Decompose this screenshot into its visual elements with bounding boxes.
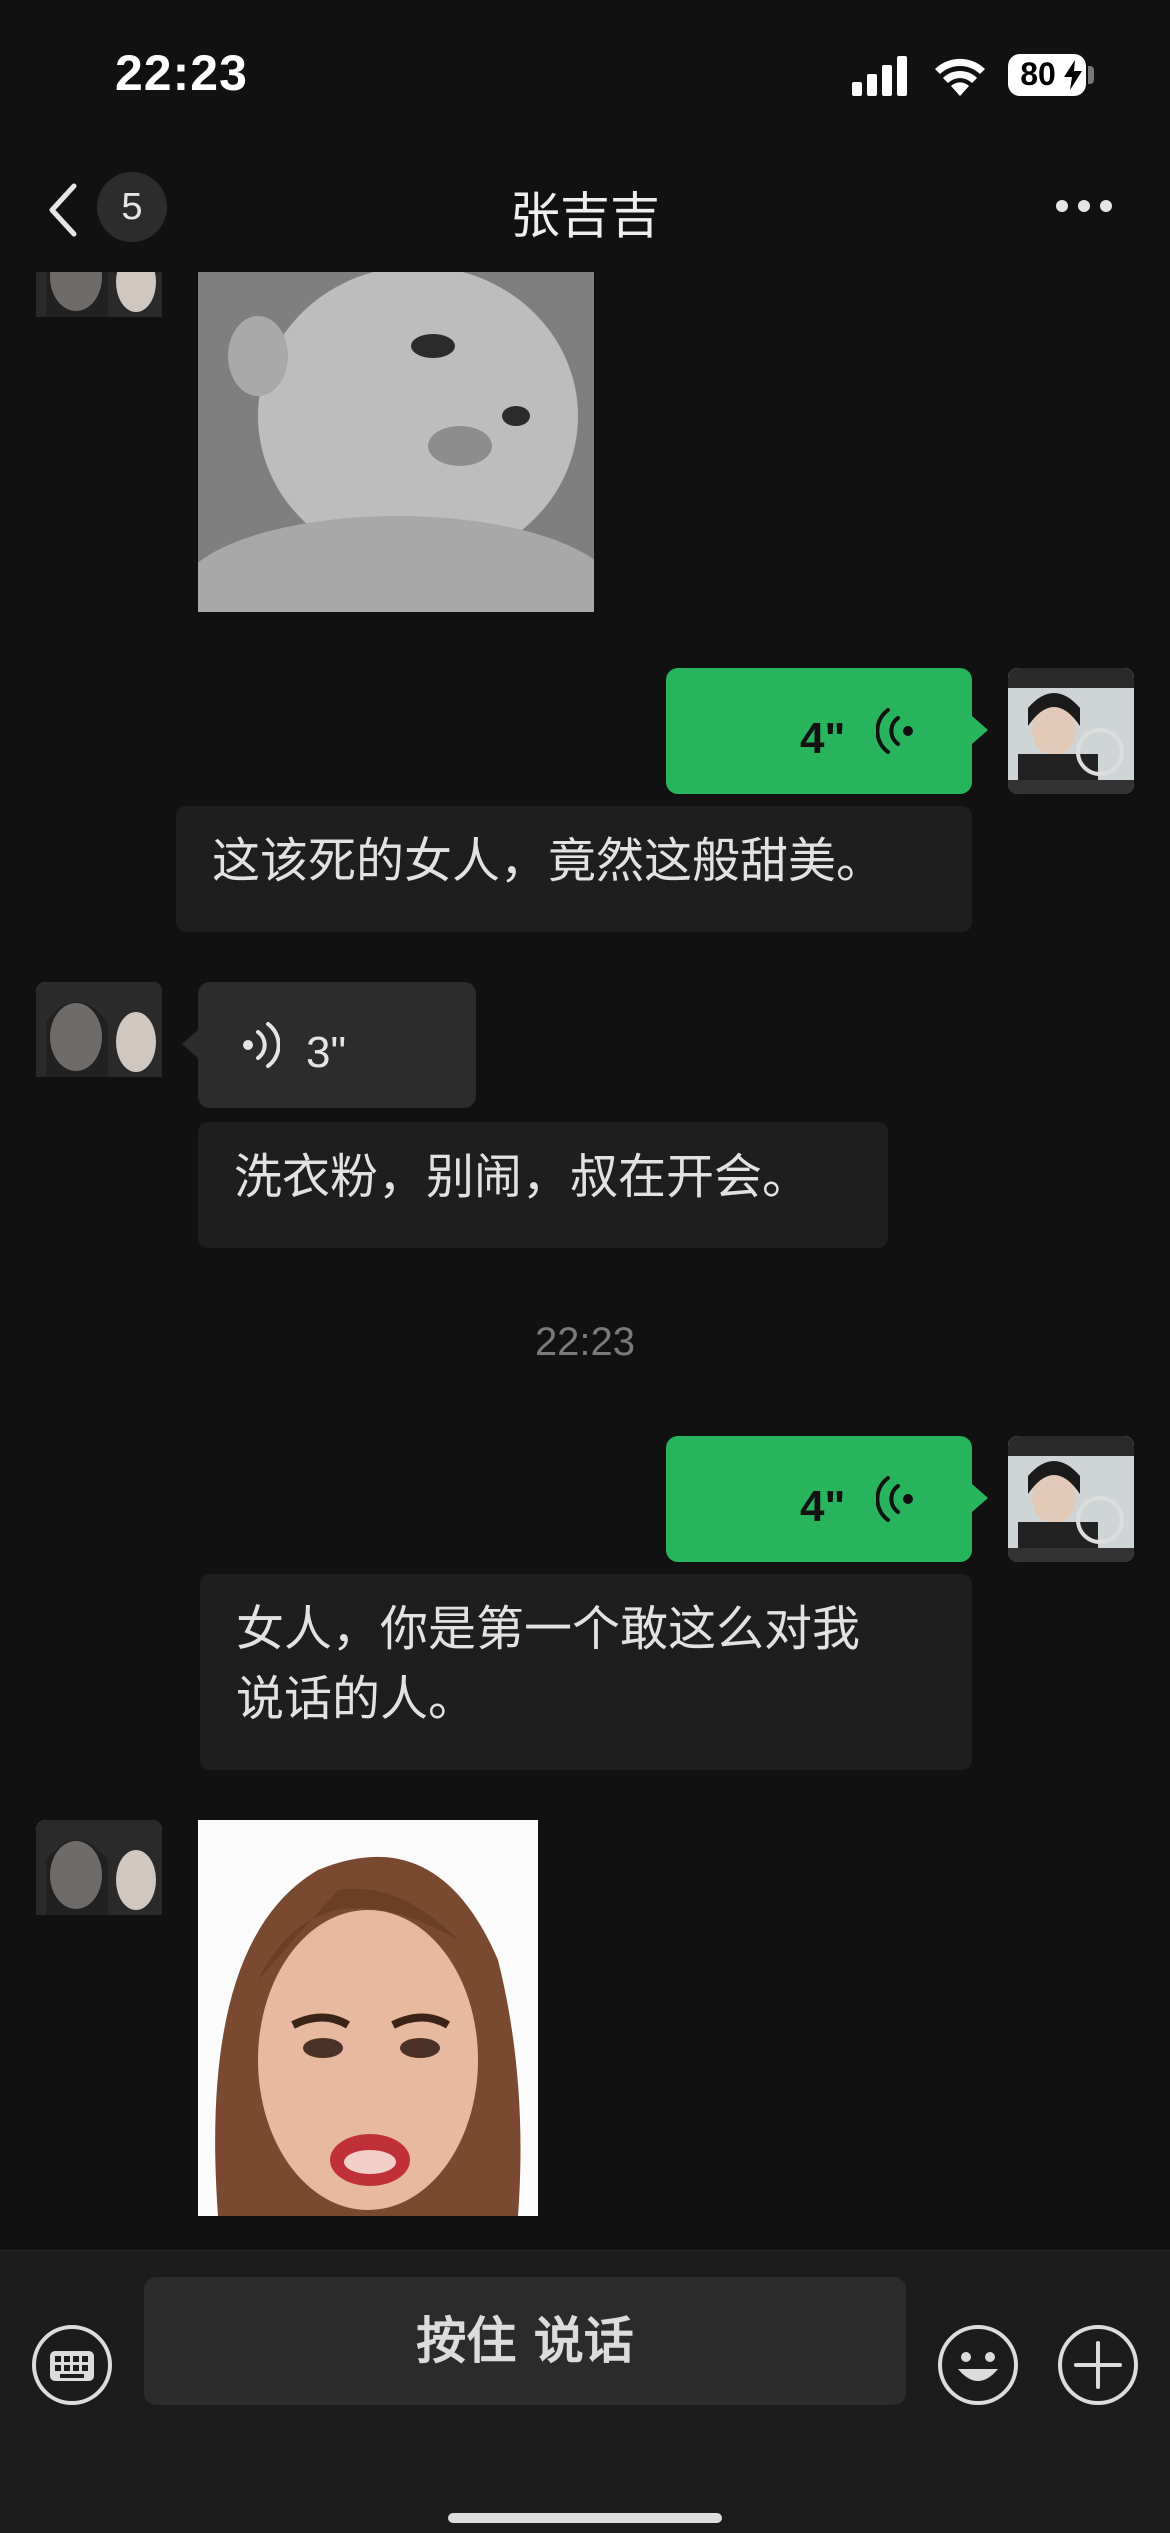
more-horizontal-icon[interactable] <box>1054 198 1114 214</box>
my-avatar[interactable] <box>1008 1436 1134 1562</box>
voice-wave-icon <box>876 708 913 754</box>
contact-avatar[interactable] <box>36 982 162 1108</box>
charging-bolt-icon <box>1064 60 1082 90</box>
message-timestamp: 22:23 <box>534 1320 636 1364</box>
avatar-image <box>1008 668 1134 794</box>
hold-to-talk-button[interactable]: 按住 说话 <box>144 2277 906 2405</box>
avatar-image <box>36 982 162 1108</box>
chat-header: 5 张吉吉 <box>0 150 1170 273</box>
bubble-tail <box>182 1030 198 1058</box>
battery-icon: 80 <box>1008 54 1086 96</box>
avatar-image <box>36 272 162 348</box>
voice-duration: 4" <box>800 1482 846 1531</box>
bubble-tail <box>972 716 988 744</box>
status-bar: 22:23 80 <box>0 0 1170 150</box>
voice-wave-icon <box>876 1476 913 1522</box>
chat-title: 张吉吉 <box>510 187 660 245</box>
transcript-line: 说话的人。 <box>236 1671 477 1727</box>
bubble-tail <box>972 1484 988 1512</box>
status-time: 22:23 <box>115 45 248 101</box>
chat-message-list[interactable]: 4" 这该死的女人，竟然这般甜美。 3" 洗衣粉，别闹，叔在开会。 22:23 <box>0 272 1170 2250</box>
sticker-image <box>198 1820 538 2216</box>
my-avatar[interactable] <box>1008 668 1134 794</box>
transcript-line: 女人，你是第一个敢这么对我 <box>236 1601 861 1657</box>
emoji-icon[interactable] <box>936 2323 1020 2407</box>
voice-duration: 3" <box>306 1028 347 1077</box>
contact-voice-message[interactable]: 3" <box>198 982 476 1108</box>
voice-transcript: 女人，你是第一个敢这么对我 说话的人。 <box>200 1574 972 1770</box>
plus-icon[interactable] <box>1056 2323 1140 2407</box>
my-voice-message[interactable]: 4" <box>666 668 972 794</box>
baby-face-sticker[interactable] <box>198 272 594 612</box>
home-indicator <box>448 2513 722 2523</box>
cellular-signal-icon <box>852 56 907 96</box>
voice-wave-icon <box>243 1022 280 1068</box>
voice-transcript: 这该死的女人，竟然这般甜美。 <box>176 806 972 932</box>
voice-duration: 4" <box>800 714 846 763</box>
my-voice-message[interactable]: 4" <box>666 1436 972 1562</box>
wifi-icon <box>935 58 985 96</box>
avatar-image <box>36 1820 162 1946</box>
contact-avatar[interactable] <box>36 272 162 348</box>
sticker-image <box>198 272 594 612</box>
chat-input-bar: 按住 说话 <box>0 2250 1170 2533</box>
avatar-image <box>1008 1436 1134 1562</box>
contact-avatar[interactable] <box>36 1820 162 1946</box>
woman-face-sticker[interactable] <box>198 1820 538 2216</box>
battery-nub <box>1088 66 1094 84</box>
keyboard-icon[interactable] <box>30 2323 114 2407</box>
battery-level: 80 <box>1020 56 1056 92</box>
voice-transcript: 洗衣粉，别闹，叔在开会。 <box>198 1122 888 1248</box>
